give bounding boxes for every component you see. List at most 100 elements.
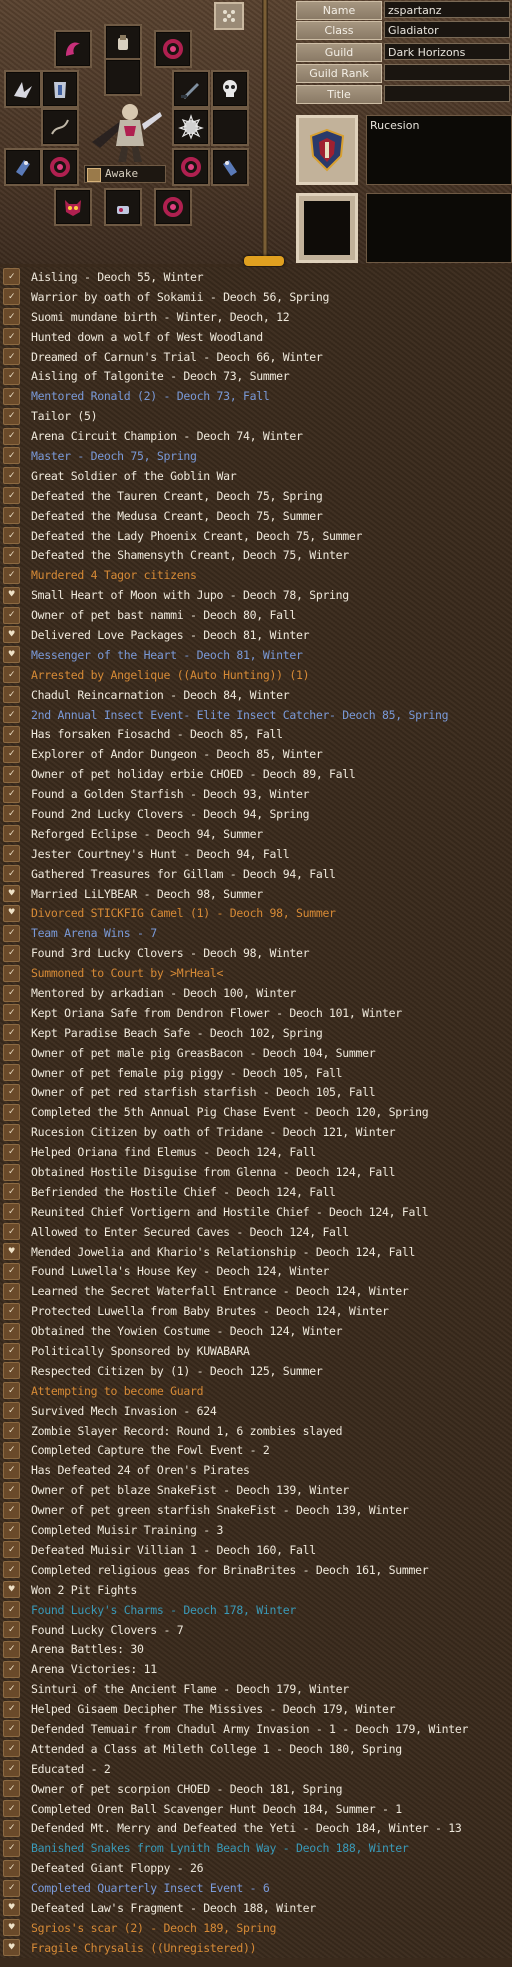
legend-mark-row[interactable]: ✓ Master - Deoch 75, Spring — [0, 446, 512, 466]
legend-mark-row[interactable]: ✓ Has Defeated 24 of Oren's Pirates — [0, 1460, 512, 1480]
legend-mark-row[interactable]: ✓ Arena Victories: 11 — [0, 1659, 512, 1679]
legend-mark-row[interactable]: ✓ Arrested by Angelique ((Auto Hunting)) … — [0, 665, 512, 685]
legend-mark-row[interactable]: ✓ Aisling - Deoch 55, Winter — [0, 267, 512, 287]
legend-mark-row[interactable]: ✓ Completed Oren Ball Scavenger Hunt Deoc… — [0, 1799, 512, 1819]
legend-mark-row[interactable]: ✓ Owner of pet holiday erbie CHOED - Deoc… — [0, 764, 512, 784]
legend-mark-row[interactable]: ✓ Summoned to Court by >MrHeal< — [0, 963, 512, 983]
legend-mark-row[interactable]: ✓ Sinturi of the Ancient Flame - Deoch 17… — [0, 1679, 512, 1699]
legend-mark-row[interactable]: ✓ Befriended the Hostile Chief - Deoch 12… — [0, 1182, 512, 1202]
legend-mark-row[interactable]: ✓ Defended Mt. Merry and Defeated the Yet… — [0, 1818, 512, 1838]
equip-slot-armor[interactable] — [41, 70, 79, 108]
equip-slot-right-ring[interactable] — [172, 148, 210, 186]
equip-slot-necklace[interactable] — [154, 30, 192, 68]
legend-mark-row[interactable]: ✓ Owner of pet bast nammi - Deoch 80, Fal… — [0, 605, 512, 625]
legend-mark-row[interactable]: ✓ Protected Luwella from Baby Brutes - De… — [0, 1301, 512, 1321]
legend-mark-row[interactable]: ✓ Found Luwella's House Key - Deoch 124, … — [0, 1262, 512, 1282]
equip-slot-accessory[interactable] — [104, 188, 142, 226]
character-sheet-toggle-button[interactable] — [214, 2, 244, 30]
equip-slot-weapon[interactable] — [172, 70, 210, 108]
legend-mark-row[interactable]: ✓ Arena Battles: 30 — [0, 1639, 512, 1659]
legend-mark-row[interactable]: ✓ Murdered 4 Tagor citizens — [0, 565, 512, 585]
legend-mark-row[interactable]: ♥ Married LiLYBEAR - Deoch 98, Summer — [0, 884, 512, 904]
legend-mark-row[interactable]: ✓ Team Arena Wins - 7 — [0, 923, 512, 943]
legend-mark-row[interactable]: ✓ Defeated Giant Floppy - 26 — [0, 1858, 512, 1878]
equip-slot-helmet[interactable] — [54, 30, 92, 68]
legend-mark-row[interactable]: ✓ Banished Snakes from Lynith Beach Way -… — [0, 1838, 512, 1858]
legend-mark-row[interactable]: ✓ Mentored Ronald (2) - Deoch 73, Fall — [0, 386, 512, 406]
legend-mark-row[interactable]: ✓ Kept Paradise Beach Safe - Deoch 102, S… — [0, 1023, 512, 1043]
legend-mark-row[interactable]: ♥ Fragile Chrysalis ((Unregistered)) — [0, 1938, 512, 1958]
legend-marks-list[interactable]: ✓ Aisling - Deoch 55, Winter ✓ Warrior by o… — [0, 267, 512, 1958]
legend-mark-row[interactable]: ✓ Owner of pet blaze SnakeFist - Deoch 13… — [0, 1480, 512, 1500]
legend-mark-row[interactable]: ✓ Obtained the Yowien Costume - Deoch 124… — [0, 1321, 512, 1341]
legend-mark-row[interactable]: ✓ Completed Muisir Training - 3 — [0, 1520, 512, 1540]
legend-mark-row[interactable]: ✓ Owner of pet green starfish SnakeFist -… — [0, 1500, 512, 1520]
legend-mark-row[interactable]: ✓ Zombie Slayer Record: Round 1, 6 zombie… — [0, 1421, 512, 1441]
legend-mark-row[interactable]: ✓ Arena Circuit Champion - Deoch 74, Wint… — [0, 426, 512, 446]
legend-mark-row[interactable]: ✓ Suomi mundane birth - Winter, Deoch, 12 — [0, 307, 512, 327]
legend-mark-row[interactable]: ✓ Found Lucky Clovers - 7 — [0, 1620, 512, 1640]
legend-mark-row[interactable]: ✓ 2nd Annual Insect Event- Elite Insect C… — [0, 705, 512, 725]
legend-mark-row[interactable]: ✓ Warrior by oath of Sokamii - Deoch 56, … — [0, 287, 512, 307]
legend-mark-row[interactable]: ♥ Won 2 Pit Fights — [0, 1580, 512, 1600]
legend-mark-row[interactable]: ✓ Gathered Treasures for Gillam - Deoch 9… — [0, 864, 512, 884]
empty-emblem-slot[interactable] — [296, 193, 358, 263]
nation-emblem[interactable] — [296, 115, 358, 185]
legend-mark-row[interactable]: ✓ Explorer of Andor Dungeon - Deoch 85, W… — [0, 744, 512, 764]
legend-mark-row[interactable]: ♥ Sgrios's scar (2) - Deoch 189, Spring — [0, 1918, 512, 1938]
legend-mark-row[interactable]: ✓ Defended Temuair from Chadul Army Invas… — [0, 1719, 512, 1739]
legend-mark-row[interactable]: ♥ Defeated Law's Fragment - Deoch 188, Wi… — [0, 1898, 512, 1918]
legend-mark-row[interactable]: ♥ Messenger of the Heart - Deoch 81, Wint… — [0, 645, 512, 665]
legend-mark-row[interactable]: ✓ Helped Gisaem Decipher The Missives - D… — [0, 1699, 512, 1719]
legend-mark-row[interactable]: ✓ Aisling of Talgonite - Deoch 73, Summer — [0, 366, 512, 386]
legend-mark-row[interactable]: ✓ Hunted down a wolf of West Woodland — [0, 327, 512, 347]
legend-mark-row[interactable]: ✓ Completed the 5th Annual Pig Chase Even… — [0, 1102, 512, 1122]
legend-mark-row[interactable]: ✓ Defeated the Tauren Creant, Deoch 75, S… — [0, 486, 512, 506]
legend-mark-row[interactable]: ✓ Great Soldier of the Goblin War — [0, 466, 512, 486]
legend-mark-row[interactable]: ✓ Dreamed of Carnun's Trial - Deoch 66, W… — [0, 347, 512, 367]
equip-slot-greaves[interactable] — [154, 188, 192, 226]
legend-mark-row[interactable]: ✓ Rucesion Citizen by oath of Tridane - D… — [0, 1122, 512, 1142]
legend-mark-row[interactable]: ✓ Found 2nd Lucky Clovers - Deoch 94, Spr… — [0, 804, 512, 824]
legend-mark-row[interactable]: ✓ Defeated the Medusa Creant, Deoch 75, S… — [0, 506, 512, 526]
equip-slot-right-gauntlet[interactable] — [211, 148, 249, 186]
legend-mark-row[interactable]: ✓ Defeated the Lady Phoenix Creant, Deoch… — [0, 526, 512, 546]
equip-slot-left-gauntlet[interactable] — [4, 148, 42, 186]
legend-mark-row[interactable]: ✓ Learned the Secret Waterfall Entrance -… — [0, 1281, 512, 1301]
equip-slot-belt[interactable] — [41, 108, 79, 146]
equip-slot-overcoat[interactable] — [4, 70, 42, 108]
equip-slot-empty[interactable] — [104, 58, 142, 96]
legend-mark-row[interactable]: ♥ Mended Jowelia and Khario's Relationshi… — [0, 1242, 512, 1262]
legend-mark-row[interactable]: ♥ Small Heart of Moon with Jupo - Deoch 7… — [0, 585, 512, 605]
legend-mark-row[interactable]: ✓ Found a Golden Starfish - Deoch 93, Win… — [0, 784, 512, 804]
legend-mark-row[interactable]: ✓ Completed Quarterly Insect Event - 6 — [0, 1878, 512, 1898]
legend-mark-row[interactable]: ✓ Attended a Class at Mileth College 1 - … — [0, 1739, 512, 1759]
legend-mark-row[interactable]: ✓ Owner of pet scorpion CHOED - Deoch 181… — [0, 1779, 512, 1799]
legend-mark-row[interactable]: ✓ Obtained Hostile Disguise from Glenna -… — [0, 1162, 512, 1182]
equip-slot-left-ring[interactable] — [41, 148, 79, 186]
legend-mark-row[interactable]: ✓ Survived Mech Invasion - 624 — [0, 1401, 512, 1421]
legend-mark-row[interactable]: ✓ Reforged Eclipse - Deoch 94, Summer — [0, 824, 512, 844]
equip-slot-head-accessory[interactable] — [211, 70, 249, 108]
legend-mark-row[interactable]: ✓ Educated - 2 — [0, 1759, 512, 1779]
legend-mark-row[interactable]: ✓ Mentored by arkadian - Deoch 100, Winte… — [0, 983, 512, 1003]
equip-slot-shield[interactable] — [172, 108, 210, 146]
equip-slot-earring[interactable] — [104, 24, 142, 62]
legend-mark-row[interactable]: ✓ Completed Capture the Fowl Event - 2 — [0, 1441, 512, 1461]
legend-mark-row[interactable]: ✓ Owner of pet red starfish starfish - De… — [0, 1083, 512, 1103]
legend-mark-row[interactable]: ♥ Divorced STICKFIG Camel (1) - Deoch 98,… — [0, 904, 512, 924]
equip-slot-boots[interactable] — [54, 188, 92, 226]
legend-mark-row[interactable]: ✓ Owner of pet male pig GreasBacon - Deoc… — [0, 1043, 512, 1063]
equip-slot-empty[interactable] — [211, 108, 249, 146]
legend-mark-row[interactable]: ✓ Defeated the Shamensyth Creant, Deoch 7… — [0, 545, 512, 565]
legend-mark-row[interactable]: ✓ Found Lucky's Charms - Deoch 178, Winte… — [0, 1600, 512, 1620]
legend-mark-row[interactable]: ✓ Jester Courtney's Hunt - Deoch 94, Fall — [0, 844, 512, 864]
legend-mark-row[interactable]: ✓ Completed religious geas for BrinaBrite… — [0, 1560, 512, 1580]
legend-mark-row[interactable]: ✓ Attempting to become Guard — [0, 1381, 512, 1401]
legend-mark-row[interactable]: ✓ Kept Oriana Safe from Dendron Flower - … — [0, 1003, 512, 1023]
legend-mark-row[interactable]: ✓ Chadul Reincarnation - Deoch 84, Winter — [0, 685, 512, 705]
legend-mark-row[interactable]: ♥ Delivered Love Packages - Deoch 81, Win… — [0, 625, 512, 645]
legend-mark-row[interactable]: ✓ Found 3rd Lucky Clovers - Deoch 98, Win… — [0, 943, 512, 963]
legend-mark-row[interactable]: ✓ Has forsaken Fiosachd - Deoch 85, Fall — [0, 724, 512, 744]
legend-mark-row[interactable]: ✓ Politically Sponsored by KUWABARA — [0, 1341, 512, 1361]
